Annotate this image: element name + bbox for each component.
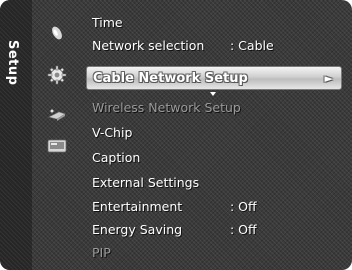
- menu-item-label: PIP: [92, 244, 111, 260]
- menu-item-label: Energy Saving: [92, 221, 183, 237]
- tv-osd-menu: Setup Time Network selection: Cable Cab…: [0, 0, 352, 270]
- menu-item-label: Cable Network Setup: [93, 70, 248, 86]
- setup-gear-icon[interactable]: [46, 65, 68, 85]
- menu-item-label: V-Chip: [92, 124, 133, 140]
- menu-item-time[interactable]: Time: [84, 11, 346, 33]
- menu-item-value: : Off: [230, 198, 257, 214]
- menu-item-energy-saving[interactable]: Energy Saving : Off: [84, 218, 346, 240]
- menu-item-cable-network-setup[interactable]: Cable Network Setup ►: [86, 66, 342, 90]
- menu-item-wireless-network-setup: Wireless Network Setup: [84, 96, 346, 118]
- menu-item-caption[interactable]: Caption: [84, 146, 346, 168]
- menu-item-label: Network selection: [92, 37, 205, 53]
- category-icon-column: [42, 0, 72, 270]
- menu-item-network-selection[interactable]: Network selection : Cable: [84, 34, 346, 56]
- menu-item-value: : Cable: [230, 37, 274, 53]
- application-icon[interactable]: [46, 137, 68, 155]
- menu-item-label: Time: [92, 14, 123, 30]
- menu-item-pip: PIP: [84, 241, 346, 263]
- input-icon[interactable]: [46, 106, 68, 124]
- menu-item-label: Caption: [92, 149, 141, 165]
- menu-item-label: External Settings: [92, 174, 200, 190]
- menu-item-entertainment[interactable]: Entertainment : Off: [84, 195, 346, 217]
- menu-item-value: : Off: [230, 221, 257, 237]
- picture-icon[interactable]: [46, 24, 68, 42]
- menu-title-strip: Setup: [0, 0, 32, 270]
- menu-item-list: Time Network selection : Cable Cable Net…: [84, 0, 352, 270]
- menu-item-label: Entertainment: [92, 198, 183, 214]
- menu-title: Setup: [5, 40, 20, 86]
- menu-item-label: Wireless Network Setup: [92, 99, 241, 115]
- menu-item-v-chip[interactable]: V-Chip: [84, 121, 346, 143]
- submenu-arrow-icon: ►: [324, 71, 333, 85]
- menu-item-external-settings[interactable]: External Settings: [84, 171, 346, 193]
